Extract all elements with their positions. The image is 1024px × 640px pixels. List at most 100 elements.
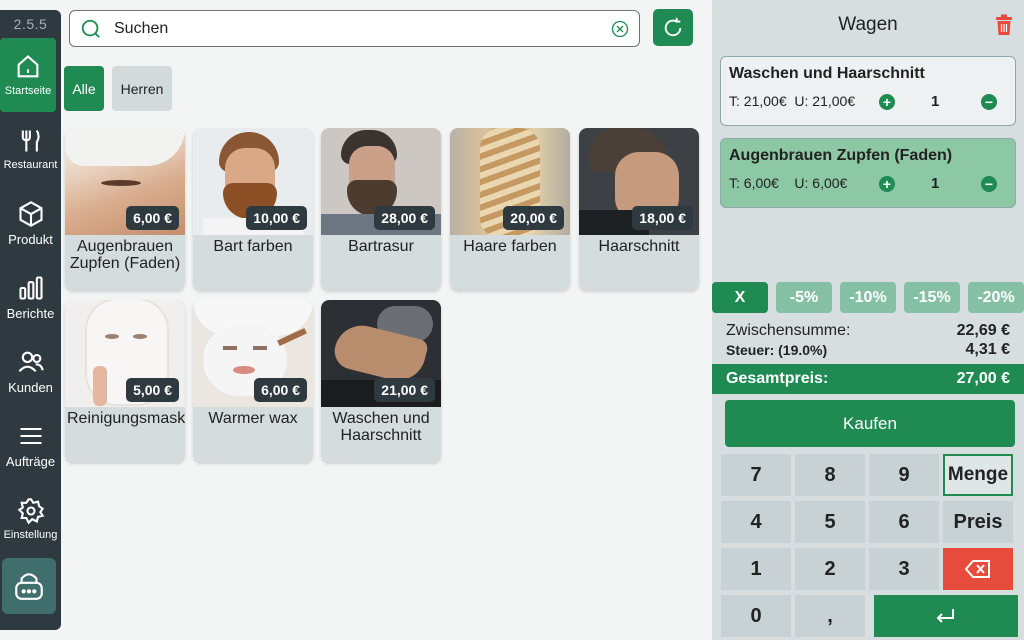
- cart-item-qty: 1: [931, 175, 940, 192]
- product-name: Bartrasur: [348, 238, 414, 255]
- sidebar-item-produkt[interactable]: Produkt: [0, 186, 61, 260]
- key-7[interactable]: 7: [721, 454, 791, 496]
- filter-herren[interactable]: Herren: [112, 66, 172, 111]
- key-8[interactable]: 8: [795, 454, 865, 496]
- product-card[interactable]: 20,00 € Haare farben: [450, 128, 570, 290]
- menu-icon: [20, 427, 41, 444]
- sidebar-item-label: Startseite: [4, 85, 52, 97]
- product-price: 21,00 €: [374, 378, 435, 402]
- product-price: 5,00 €: [126, 378, 179, 402]
- sidebar-item-label: Aufträge: [5, 453, 56, 469]
- plus-icon[interactable]: +: [879, 94, 895, 110]
- sidebar-item-restaurant[interactable]: Restaurant: [0, 112, 61, 186]
- enter-icon: [936, 609, 954, 623]
- total-value: 27,00 €: [956, 370, 1010, 387]
- product-name: Reinigungsmasken: [67, 410, 185, 427]
- cart-item[interactable]: Augenbrauen Zupfen (Faden) T: 6,00€ U: 6…: [720, 138, 1016, 208]
- clear-search-icon[interactable]: [611, 20, 629, 38]
- subtotal-row: Zwischensumme: 22,69 €: [726, 322, 1010, 340]
- sidebar: 2.5.5 Startseite Restaurant Produkt Beri…: [0, 10, 61, 630]
- cart-panel: Wagen Waschen und Haarschnitt T: 21,00€ …: [712, 0, 1024, 640]
- tax-label: Steuer: (19.0%): [726, 342, 828, 358]
- filter-all[interactable]: Alle: [64, 66, 104, 111]
- cart-item[interactable]: Waschen und Haarschnitt T: 21,00€ U: 21,…: [720, 56, 1016, 126]
- buy-button[interactable]: Kaufen: [725, 400, 1015, 447]
- sidebar-item-auftraege[interactable]: Aufträge: [0, 408, 61, 482]
- key-2[interactable]: 2: [795, 548, 865, 590]
- bar-chart-icon: [18, 275, 43, 300]
- product-card[interactable]: 6,00 € Warmer wax: [193, 300, 313, 462]
- minus-icon[interactable]: −: [981, 94, 997, 110]
- product-price: 6,00 €: [126, 206, 179, 230]
- refresh-icon: [664, 17, 682, 36]
- refresh-button[interactable]: [653, 9, 693, 46]
- search-input[interactable]: [114, 19, 611, 38]
- key-4[interactable]: 4: [721, 501, 791, 543]
- sidebar-item-label: Kunden: [8, 379, 53, 395]
- product-name: Bart farben: [213, 238, 293, 255]
- minus-icon[interactable]: −: [981, 176, 997, 192]
- cart-item-qty: 1: [931, 93, 940, 110]
- product-card[interactable]: 5,00 € Reinigungsmasken: [65, 300, 185, 462]
- fork-knife-icon: [21, 129, 40, 152]
- enter-key[interactable]: [874, 595, 1018, 637]
- product-card[interactable]: 10,00 € Bart farben: [193, 128, 313, 290]
- discount-20-button[interactable]: -20%: [968, 282, 1024, 313]
- discount-5-button[interactable]: -5%: [776, 282, 832, 313]
- lock-button[interactable]: [2, 558, 56, 614]
- key-comma[interactable]: ,: [795, 595, 865, 637]
- product-card[interactable]: 28,00 € Bartrasur: [321, 128, 441, 290]
- tax-value: 4,31 €: [965, 341, 1010, 358]
- product-price: 28,00 €: [374, 206, 435, 230]
- key-menge[interactable]: Menge: [943, 454, 1013, 496]
- lock-icon: [15, 573, 43, 600]
- cart-item-total-price: T: 6,00€: [729, 175, 779, 191]
- discount-clear-button[interactable]: X: [712, 282, 768, 313]
- sidebar-item-kunden[interactable]: Kunden: [0, 334, 61, 408]
- product-price: 10,00 €: [246, 206, 307, 230]
- product-name: Waschen und Haarschnitt: [332, 410, 430, 444]
- cart-item-unit-price: U: 21,00€: [794, 93, 856, 109]
- product-name: Haare farben: [463, 238, 557, 255]
- product-card[interactable]: 18,00 € Haarschnitt: [579, 128, 699, 290]
- sidebar-item-einstellung[interactable]: Einstellung: [0, 482, 61, 556]
- box-icon: [18, 200, 43, 227]
- product-name: Warmer wax: [208, 410, 298, 427]
- product-name: Augenbrauen Zupfen (Faden): [69, 238, 181, 272]
- cart-item-prices: T: 21,00€ U: 21,00€: [729, 93, 855, 109]
- cart-item-name: Augenbrauen Zupfen (Faden): [729, 147, 953, 164]
- trash-icon[interactable]: [994, 14, 1014, 36]
- cart-item-prices: T: 6,00€ U: 6,00€: [729, 175, 847, 191]
- sidebar-item-label: Berichte: [6, 305, 55, 321]
- plus-icon[interactable]: +: [879, 176, 895, 192]
- discount-15-button[interactable]: -15%: [904, 282, 960, 313]
- backspace-key[interactable]: [943, 548, 1013, 590]
- key-3[interactable]: 3: [869, 548, 939, 590]
- key-6[interactable]: 6: [869, 501, 939, 543]
- key-9[interactable]: 9: [869, 454, 939, 496]
- key-5[interactable]: 5: [795, 501, 865, 543]
- total-label: Gesamtpreis:: [726, 370, 829, 387]
- product-card[interactable]: 21,00 € Waschen und Haarschnitt: [321, 300, 441, 462]
- cart-item-unit-price: U: 6,00€: [794, 175, 848, 191]
- total-row: Gesamtpreis: 27,00 €: [712, 364, 1024, 394]
- cart-item-name: Waschen und Haarschnitt: [729, 65, 925, 82]
- subtotal-value: 22,69 €: [956, 322, 1010, 339]
- gear-icon: [17, 498, 44, 525]
- product-card[interactable]: 6,00 € Augenbrauen Zupfen (Faden): [65, 128, 185, 290]
- search-bar: [69, 10, 640, 47]
- sidebar-item-label: Restaurant: [3, 159, 58, 171]
- sidebar-item-berichte[interactable]: Berichte: [0, 260, 61, 334]
- cart-item-total-price: T: 21,00€: [729, 93, 787, 109]
- key-1[interactable]: 1: [721, 548, 791, 590]
- product-price: 20,00 €: [503, 206, 564, 230]
- cart-title: Wagen: [838, 14, 898, 35]
- sidebar-item-startseite[interactable]: Startseite: [0, 38, 56, 112]
- search-icon: [81, 19, 100, 38]
- key-0[interactable]: 0: [721, 595, 791, 637]
- discount-10-button[interactable]: -10%: [840, 282, 896, 313]
- key-preis[interactable]: Preis: [943, 501, 1013, 543]
- app-version: 2.5.5: [13, 16, 48, 32]
- sidebar-item-label: Produkt: [8, 231, 53, 247]
- product-price: 6,00 €: [254, 378, 307, 402]
